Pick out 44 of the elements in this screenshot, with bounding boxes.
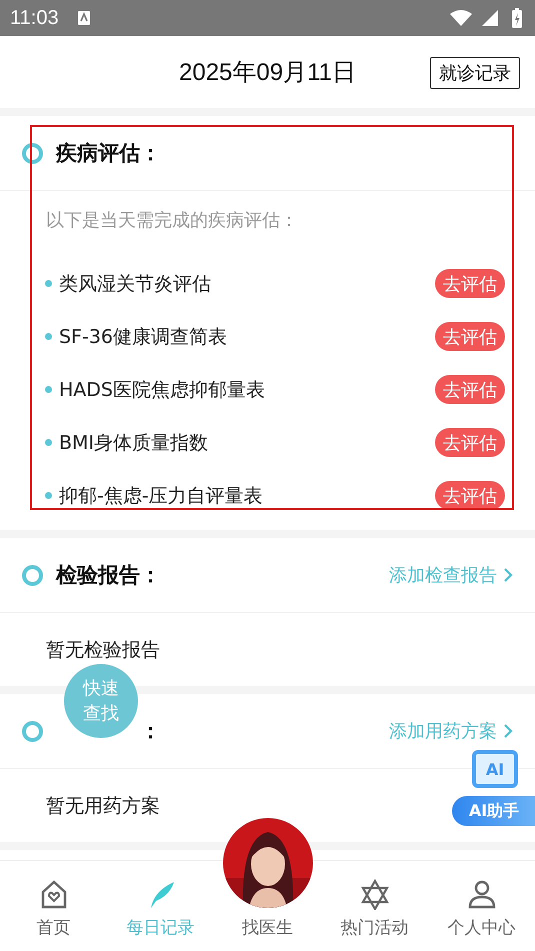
nav-tab[interactable]: 每日记录: [126, 916, 194, 939]
section-title: 检验报告：: [56, 562, 161, 589]
assess-button[interactable]: 去评估: [435, 481, 505, 510]
bullet-dot-icon: [45, 386, 52, 393]
bullet-ring-icon: [22, 564, 43, 586]
section-title: 疾病评估：: [56, 140, 161, 167]
bullet-dot-icon: [45, 439, 52, 446]
assess-button[interactable]: 去评估: [435, 322, 505, 351]
bullet-dot-icon: [45, 492, 52, 499]
person-icon: [466, 879, 496, 910]
assess-button[interactable]: 去评估: [435, 428, 505, 457]
empty-message: 暂无检验报告: [46, 638, 160, 662]
empty-message: 暂无用药方案: [46, 794, 160, 818]
assessment-name: 抑郁-焦虑-压力自评量表: [59, 484, 263, 508]
signal-icon: [481, 9, 499, 27]
chevron-right-icon[interactable]: [503, 723, 513, 739]
assessment-name: HADS医院焦虑抑郁量表: [59, 378, 265, 402]
assess-button[interactable]: 去评估: [435, 375, 505, 404]
bullet-dot-icon: [45, 280, 52, 287]
visit-records-button[interactable]: 就诊记录: [430, 57, 520, 89]
date-title: 2025年09月11日: [179, 58, 356, 88]
nav-tab[interactable]: 热门活动: [340, 916, 408, 939]
add-link[interactable]: 添加检查报告: [389, 563, 497, 587]
assessment-name: BMI身体质量指数: [59, 430, 208, 456]
wifi-icon: [449, 9, 473, 27]
status-time: 11:03: [10, 6, 59, 30]
nav-tab[interactable]: 个人中心: [448, 916, 516, 939]
add-link[interactable]: 添加用药方案: [389, 719, 497, 743]
assessment-name: 类风湿关节炎评估: [59, 272, 211, 296]
bullet-ring-icon: [22, 720, 43, 742]
nav-tab[interactable]: 首页: [36, 916, 70, 939]
quick-find-button[interactable]: 快速查找: [64, 664, 138, 738]
ai-assistant-button[interactable]: AI助手: [452, 796, 535, 826]
star-icon: [360, 879, 390, 910]
chevron-right-icon[interactable]: [503, 567, 513, 583]
ai-robot-icon[interactable]: AI: [472, 750, 518, 788]
assessment-name: SF-36健康调查简表: [59, 324, 228, 350]
bullet-dot-icon: [45, 333, 52, 340]
section-title: ：: [140, 718, 161, 745]
nav-tab[interactable]: 找医生: [242, 916, 293, 939]
bullet-ring-icon: [22, 142, 43, 164]
assess-button[interactable]: 去评估: [435, 269, 505, 298]
intro-text: 以下是当天需完成的疾病评估：: [46, 209, 299, 233]
battery-icon: [511, 7, 523, 29]
